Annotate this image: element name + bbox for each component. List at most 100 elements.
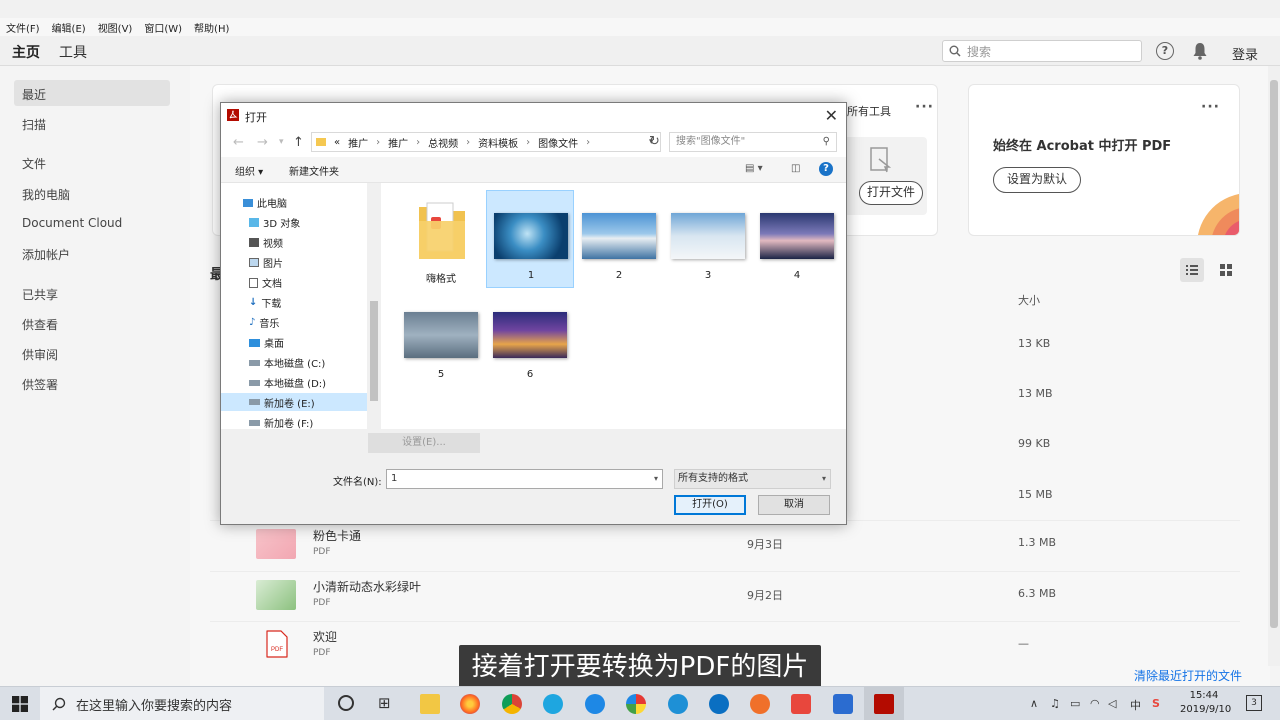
sidebar-item-scan[interactable]: 扫描 [22, 116, 46, 133]
breadcrumb-overflow[interactable]: « [334, 137, 340, 148]
grid-view-toggle[interactable] [1214, 258, 1238, 282]
breadcrumb-item[interactable]: 推广 [388, 135, 408, 150]
filetype-select[interactable]: 所有支持的格式 ▾ [674, 469, 831, 489]
browser-icon[interactable] [626, 694, 646, 714]
scrollbar-thumb[interactable] [1270, 80, 1278, 628]
windows-start-icon[interactable] [12, 696, 28, 712]
breadcrumb-item[interactable]: 总视频 [428, 135, 458, 150]
word-icon[interactable] [833, 694, 853, 714]
tree-item-this-pc[interactable]: 此电脑 [243, 195, 287, 210]
open-file-button[interactable]: 打开文件 [859, 181, 923, 205]
breadcrumb-item[interactable]: 推广 [348, 135, 368, 150]
volume-icon[interactable]: ◁ [1108, 697, 1116, 710]
recent-locations-icon[interactable]: ▾ [279, 137, 284, 147]
list-view-toggle[interactable] [1180, 258, 1204, 282]
tree-scrollbar-thumb[interactable] [370, 301, 378, 401]
menu-view[interactable]: 视图(V) [98, 20, 133, 35]
sidebar-item-add-account[interactable]: 添加帐户 [22, 246, 70, 263]
wps-icon[interactable] [791, 694, 811, 714]
search-input[interactable]: 搜索 [942, 40, 1142, 62]
breadcrumb-item[interactable]: 图像文件 [538, 135, 578, 150]
file-item-3[interactable]: 3 [664, 191, 752, 289]
file-item-4[interactable]: 4 [753, 191, 841, 289]
forward-icon[interactable]: → [257, 135, 268, 150]
battery-icon[interactable]: ▭ [1070, 697, 1080, 710]
cancel-button[interactable]: 取消 [758, 495, 830, 515]
preview-pane-icon[interactable]: ◫ [791, 163, 800, 174]
sogou-icon[interactable]: S [1152, 697, 1160, 710]
table-row[interactable]: 小清新动态水彩绿叶 PDF 9月2日 6.3 MB [210, 571, 1240, 621]
clear-recent-link[interactable]: 清除最近打开的文件 [1134, 667, 1242, 684]
cortana-icon[interactable] [338, 695, 354, 711]
app-icon[interactable] [750, 694, 770, 714]
view-options-icon[interactable]: ▤ ▾ [745, 163, 763, 174]
open-button[interactable]: 打开(O) [674, 495, 746, 515]
dialog-search-input[interactable]: 搜索"图像文件" ⚲ [669, 132, 837, 152]
sidebar-item-for-sign[interactable]: 供签署 [22, 376, 58, 393]
file-item-5[interactable]: 5 [397, 290, 485, 388]
tree-item-drive-c[interactable]: 本地磁盘 (C:) [249, 355, 325, 370]
login-link[interactable]: 登录 [1232, 44, 1258, 63]
tree-item-documents[interactable]: 文档 [249, 275, 282, 290]
file-item-folder[interactable]: 嗨格式 [397, 191, 485, 289]
tree-item-drive-d[interactable]: 本地磁盘 (D:) [249, 375, 326, 390]
tab-home[interactable]: 主页 [12, 42, 40, 62]
table-row[interactable]: 粉色卡通 PDF 9月3日 1.3 MB [210, 520, 1240, 570]
bell-icon[interactable] [1192, 42, 1208, 60]
default-more-icon[interactable]: ··· [1201, 99, 1220, 115]
ime-indicator[interactable]: 中 [1130, 697, 1141, 713]
ie-icon[interactable] [668, 694, 688, 714]
address-bar[interactable]: « 推广 › 推广 › 总视频 › 资料模板 › 图像文件 › [311, 132, 661, 152]
organize-button[interactable]: 组织 ▾ [235, 163, 263, 178]
all-tools-label[interactable]: 所有工具 [847, 103, 891, 119]
sidebar-item-files[interactable]: 文件 [22, 155, 46, 172]
sidebar-item-my-computer[interactable]: 我的电脑 [22, 186, 70, 203]
help-icon[interactable]: ? [1156, 42, 1174, 60]
refresh-icon[interactable]: ↻ [649, 134, 660, 149]
menu-help[interactable]: 帮助(H) [194, 20, 229, 35]
sidebar-item-for-view[interactable]: 供查看 [22, 316, 58, 333]
chrome-icon[interactable] [502, 694, 522, 714]
taskbar-active-app[interactable] [864, 687, 904, 720]
tree-item-music[interactable]: ♪ 音乐 [249, 315, 279, 330]
edge-icon[interactable] [709, 694, 729, 714]
tree-item-desktop[interactable]: 桌面 [249, 335, 284, 350]
filename-field[interactable]: 1 ▾ [386, 469, 663, 489]
tools-more-icon[interactable]: ··· [915, 99, 934, 115]
tree-item-downloads[interactable]: ↓ 下载 [249, 295, 281, 310]
tree-item-pictures[interactable]: 图片 [249, 255, 283, 270]
menu-file[interactable]: 文件(F) [6, 20, 40, 35]
tab-tools[interactable]: 工具 [59, 42, 87, 62]
sidebar-item-for-review[interactable]: 供审阅 [22, 346, 58, 363]
breadcrumb-item[interactable]: 资料模板 [478, 135, 518, 150]
sidebar-item-recent[interactable]: 最近 [22, 86, 46, 103]
file-explorer-icon[interactable] [420, 694, 440, 714]
clock[interactable]: 15:44 2019/9/10 [1180, 689, 1231, 717]
taskbar-search[interactable]: 在这里输入你要搜索的内容 [40, 687, 324, 720]
firefox-icon[interactable] [460, 694, 480, 714]
tree-item-drive-e[interactable]: 新加卷 (E:) [221, 393, 367, 411]
tree-scrollbar[interactable] [367, 183, 381, 429]
file-item-1[interactable]: 1 [486, 190, 574, 288]
back-icon[interactable]: ← [233, 135, 244, 150]
chevron-down-icon[interactable]: ▾ [654, 470, 658, 488]
tree-item-videos[interactable]: 视频 [249, 235, 283, 250]
task-view-icon[interactable]: ⊞ [378, 694, 391, 712]
menu-edit[interactable]: 编辑(E) [52, 20, 86, 35]
network-icon[interactable]: ◠ [1090, 697, 1100, 710]
microphone-icon[interactable]: ♫ [1050, 697, 1060, 710]
main-scrollbar[interactable] [1268, 66, 1280, 666]
tree-item-3d-objects[interactable]: 3D 对象 [249, 215, 300, 230]
app-icon[interactable] [585, 694, 605, 714]
file-item-2[interactable]: 2 [575, 191, 663, 289]
sidebar-item-document-cloud[interactable]: Document Cloud [22, 216, 122, 230]
help-icon[interactable]: ? [819, 162, 833, 176]
menu-window[interactable]: 窗口(W) [144, 20, 182, 35]
file-item-6[interactable]: 6 [486, 290, 574, 388]
qq-browser-icon[interactable] [543, 694, 563, 714]
close-icon[interactable]: ✕ [825, 106, 838, 125]
tree-item-drive-f[interactable]: 新加卷 (F:) [249, 415, 313, 430]
up-icon[interactable]: ↑ [293, 135, 304, 150]
sidebar-item-shared[interactable]: 已共享 [22, 286, 58, 303]
set-default-button[interactable]: 设置为默认 [993, 167, 1081, 193]
